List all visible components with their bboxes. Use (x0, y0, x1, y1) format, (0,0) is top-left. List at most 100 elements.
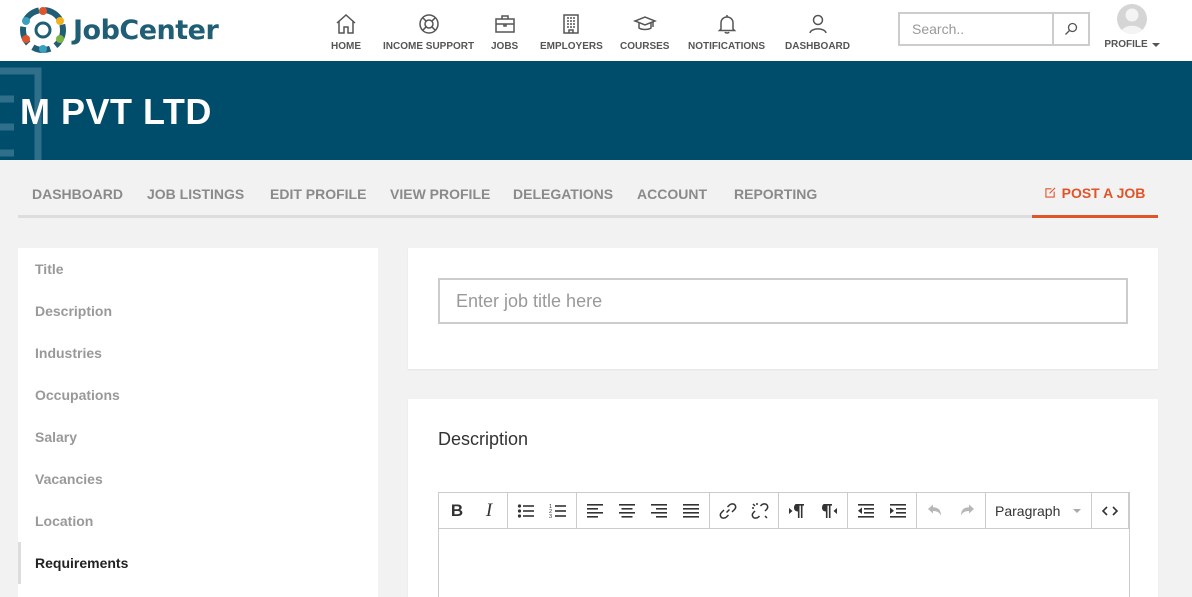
rtl-button[interactable] (813, 493, 845, 528)
text-direction-ltr-icon (789, 503, 804, 518)
chevron-down-icon (1151, 42, 1160, 47)
link-button[interactable] (712, 493, 744, 528)
indent-icon (890, 503, 906, 518)
undo-button[interactable] (919, 493, 951, 528)
align-right-icon (651, 503, 667, 518)
nav-employers-label: EMPLOYERS (540, 41, 603, 52)
nav-home-label: HOME (331, 41, 361, 52)
jobcenter-logo-icon (20, 7, 66, 53)
top-header: JobCenter HOME INCOME SUPPORT JOBS EMPLO… (0, 0, 1192, 61)
align-justify-button[interactable] (675, 493, 707, 528)
nav-income-support[interactable]: INCOME SUPPORT (383, 12, 474, 52)
unlink-button[interactable] (744, 493, 776, 528)
graduation-cap-icon (632, 16, 657, 31)
align-left-icon (587, 503, 603, 518)
outdent-icon (858, 503, 874, 518)
profile-menu[interactable]: PROFILE (1104, 4, 1160, 50)
description-card: Description B I 123 Paragraph (408, 399, 1158, 597)
search-icon (1065, 22, 1078, 35)
block-format-value: Paragraph (995, 502, 1061, 519)
align-left-button[interactable] (579, 493, 611, 528)
search-input[interactable] (898, 12, 1052, 46)
section-link-requirements[interactable]: Requirements (18, 542, 378, 584)
company-name: M PVT LTD (20, 91, 212, 132)
section-link-salary[interactable]: Salary (18, 416, 378, 458)
tab-job-listings[interactable]: JOB LISTINGS (147, 186, 244, 202)
search-button[interactable] (1052, 12, 1090, 46)
nav-notifications[interactable]: NOTIFICATIONS (688, 12, 765, 52)
nav-employers[interactable]: EMPLOYERS (540, 12, 603, 52)
section-link-location[interactable]: Location (18, 500, 378, 542)
redo-button[interactable] (951, 493, 983, 528)
bullet-list-button[interactable] (510, 493, 542, 528)
title-card (408, 248, 1158, 369)
company-tabs: DASHBOARD JOB LISTINGS EDIT PROFILE VIEW… (18, 170, 1158, 218)
nav-dashboard[interactable]: DASHBOARD (785, 12, 850, 52)
job-title-input[interactable] (438, 278, 1128, 324)
toolbar-group-links (710, 493, 779, 528)
company-banner: M PVT LTD (0, 61, 1192, 160)
outdent-button[interactable] (850, 493, 882, 528)
italic-button[interactable]: I (473, 493, 505, 528)
toolbar-group-source (1092, 493, 1129, 528)
toolbar-group-indent (848, 493, 917, 528)
default-avatar-icon (1120, 8, 1144, 34)
nav-jobs-label: JOBS (491, 41, 519, 52)
bold-button[interactable]: B (441, 493, 473, 528)
toolbar-group-direction (779, 493, 848, 528)
section-link-description[interactable]: Description (18, 290, 378, 332)
logo[interactable]: JobCenter (18, 5, 219, 55)
tab-view-profile[interactable]: VIEW PROFILE (390, 186, 490, 202)
nav-courses[interactable]: COURSES (620, 12, 669, 52)
nav-income-support-label: INCOME SUPPORT (383, 41, 475, 52)
text-direction-rtl-icon (822, 503, 837, 518)
rich-text-editor: B I 123 Paragraph (438, 492, 1130, 597)
align-right-button[interactable] (643, 493, 675, 528)
unlink-icon (751, 502, 769, 519)
home-icon (336, 13, 356, 34)
bullet-list-icon (517, 503, 534, 518)
tab-account[interactable]: ACCOUNT (637, 186, 707, 202)
toolbar-group-history (917, 493, 986, 528)
indent-button[interactable] (882, 493, 914, 528)
section-link-industries[interactable]: Industries (18, 332, 378, 374)
form-section-nav: Title Description Industries Occupations… (18, 248, 378, 597)
profile-label: PROFILE (1104, 39, 1148, 50)
align-center-button[interactable] (611, 493, 643, 528)
briefcase-icon (494, 15, 515, 33)
nav-dashboard-label: DASHBOARD (785, 41, 850, 52)
ltr-button[interactable] (781, 493, 813, 528)
bell-icon (717, 15, 736, 34)
post-job-tab[interactable]: POST A JOB (1032, 170, 1158, 218)
tab-reporting[interactable]: REPORTING (734, 186, 817, 202)
editor-content-area[interactable] (439, 529, 1129, 597)
chevron-down-icon (1073, 508, 1081, 513)
section-link-vacancies[interactable]: Vacancies (18, 458, 378, 500)
section-link-occupations[interactable]: Occupations (18, 374, 378, 416)
numbered-list-icon: 123 (549, 504, 566, 520)
code-icon (1101, 505, 1119, 516)
avatar (1117, 4, 1147, 34)
building-icon (563, 14, 580, 34)
svg-text:3: 3 (549, 514, 552, 520)
source-code-button[interactable] (1094, 493, 1126, 528)
post-job-label: POST A JOB (1061, 184, 1146, 201)
nav-jobs[interactable]: JOBS (491, 12, 518, 52)
tab-dashboard[interactable]: DASHBOARD (32, 186, 123, 202)
toolbar-group-text: B I (439, 493, 508, 528)
section-link-title[interactable]: Title (18, 248, 378, 290)
editor-toolbar: B I 123 Paragraph (439, 493, 1129, 529)
undo-icon (928, 504, 941, 515)
block-format-select[interactable]: Paragraph (986, 493, 1092, 528)
numbered-list-button[interactable]: 123 (542, 493, 574, 528)
link-icon (719, 502, 737, 519)
toolbar-group-lists: 123 (508, 493, 577, 528)
description-heading: Description (438, 429, 529, 449)
nav-courses-label: COURSES (620, 41, 670, 52)
tab-edit-profile[interactable]: EDIT PROFILE (270, 186, 366, 202)
tab-delegations[interactable]: DELEGATIONS (513, 186, 613, 202)
nav-home[interactable]: HOME (331, 12, 361, 52)
nav-notifications-label: NOTIFICATIONS (688, 41, 766, 52)
toolbar-group-align (577, 493, 710, 528)
profile-label-row: PROFILE (1104, 39, 1160, 50)
